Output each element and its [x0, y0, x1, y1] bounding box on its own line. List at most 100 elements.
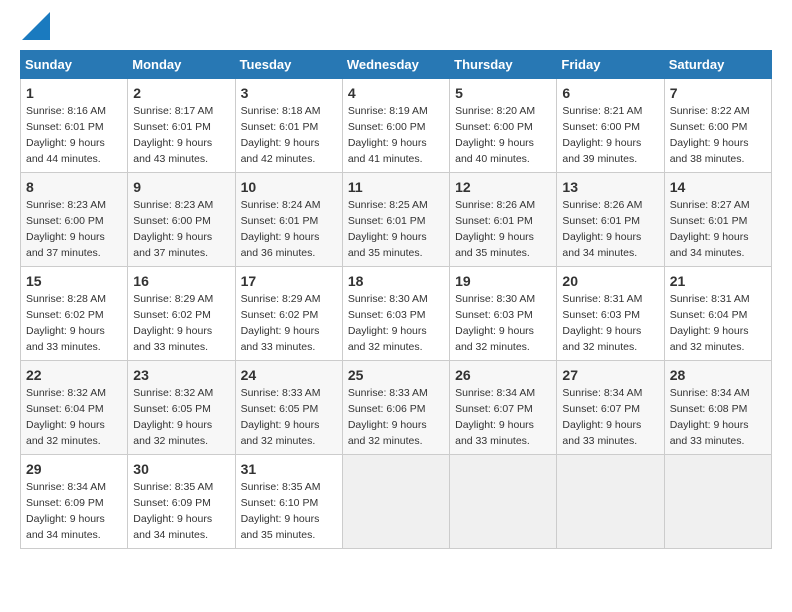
day-number: 8 — [26, 177, 122, 197]
day-info: Sunrise: 8:20 AMSunset: 6:00 PMDaylight:… — [455, 105, 535, 165]
calendar-week-row: 1 Sunrise: 8:16 AMSunset: 6:01 PMDayligh… — [21, 79, 772, 173]
calendar-header-thursday: Thursday — [450, 51, 557, 79]
calendar-day-cell: 31 Sunrise: 8:35 AMSunset: 6:10 PMDaylig… — [235, 455, 342, 549]
calendar-header-tuesday: Tuesday — [235, 51, 342, 79]
day-info: Sunrise: 8:23 AMSunset: 6:00 PMDaylight:… — [26, 199, 106, 259]
day-number: 20 — [562, 271, 658, 291]
day-info: Sunrise: 8:34 AMSunset: 6:07 PMDaylight:… — [562, 387, 642, 447]
day-info: Sunrise: 8:30 AMSunset: 6:03 PMDaylight:… — [348, 293, 428, 353]
calendar-header-saturday: Saturday — [664, 51, 771, 79]
day-info: Sunrise: 8:31 AMSunset: 6:03 PMDaylight:… — [562, 293, 642, 353]
calendar-day-cell: 10 Sunrise: 8:24 AMSunset: 6:01 PMDaylig… — [235, 173, 342, 267]
calendar-day-cell: 15 Sunrise: 8:28 AMSunset: 6:02 PMDaylig… — [21, 267, 128, 361]
calendar-week-row: 8 Sunrise: 8:23 AMSunset: 6:00 PMDayligh… — [21, 173, 772, 267]
calendar-day-cell: 6 Sunrise: 8:21 AMSunset: 6:00 PMDayligh… — [557, 79, 664, 173]
day-number: 19 — [455, 271, 551, 291]
day-number: 30 — [133, 459, 229, 479]
calendar-day-cell: 24 Sunrise: 8:33 AMSunset: 6:05 PMDaylig… — [235, 361, 342, 455]
calendar-day-cell: 8 Sunrise: 8:23 AMSunset: 6:00 PMDayligh… — [21, 173, 128, 267]
calendar-day-cell: 18 Sunrise: 8:30 AMSunset: 6:03 PMDaylig… — [342, 267, 449, 361]
day-info: Sunrise: 8:32 AMSunset: 6:05 PMDaylight:… — [133, 387, 213, 447]
day-number: 10 — [241, 177, 337, 197]
calendar-day-cell: 7 Sunrise: 8:22 AMSunset: 6:00 PMDayligh… — [664, 79, 771, 173]
day-number: 27 — [562, 365, 658, 385]
day-info: Sunrise: 8:17 AMSunset: 6:01 PMDaylight:… — [133, 105, 213, 165]
day-number: 2 — [133, 83, 229, 103]
day-number: 29 — [26, 459, 122, 479]
calendar-day-cell: 22 Sunrise: 8:32 AMSunset: 6:04 PMDaylig… — [21, 361, 128, 455]
calendar-day-cell: 27 Sunrise: 8:34 AMSunset: 6:07 PMDaylig… — [557, 361, 664, 455]
day-info: Sunrise: 8:26 AMSunset: 6:01 PMDaylight:… — [562, 199, 642, 259]
calendar-day-cell: 14 Sunrise: 8:27 AMSunset: 6:01 PMDaylig… — [664, 173, 771, 267]
calendar-week-row: 15 Sunrise: 8:28 AMSunset: 6:02 PMDaylig… — [21, 267, 772, 361]
day-info: Sunrise: 8:35 AMSunset: 6:10 PMDaylight:… — [241, 481, 321, 541]
day-number: 13 — [562, 177, 658, 197]
calendar-day-cell: 9 Sunrise: 8:23 AMSunset: 6:00 PMDayligh… — [128, 173, 235, 267]
day-number: 18 — [348, 271, 444, 291]
day-number: 17 — [241, 271, 337, 291]
day-info: Sunrise: 8:31 AMSunset: 6:04 PMDaylight:… — [670, 293, 750, 353]
day-number: 25 — [348, 365, 444, 385]
day-info: Sunrise: 8:34 AMSunset: 6:09 PMDaylight:… — [26, 481, 106, 541]
calendar-day-cell: 17 Sunrise: 8:29 AMSunset: 6:02 PMDaylig… — [235, 267, 342, 361]
logo-triangle-icon — [22, 12, 50, 40]
calendar-day-cell: 30 Sunrise: 8:35 AMSunset: 6:09 PMDaylig… — [128, 455, 235, 549]
page-header — [20, 20, 772, 40]
calendar-table: SundayMondayTuesdayWednesdayThursdayFrid… — [20, 50, 772, 549]
calendar-day-cell: 29 Sunrise: 8:34 AMSunset: 6:09 PMDaylig… — [21, 455, 128, 549]
day-number: 14 — [670, 177, 766, 197]
day-number: 22 — [26, 365, 122, 385]
calendar-header-row: SundayMondayTuesdayWednesdayThursdayFrid… — [21, 51, 772, 79]
calendar-day-cell — [664, 455, 771, 549]
calendar-day-cell: 21 Sunrise: 8:31 AMSunset: 6:04 PMDaylig… — [664, 267, 771, 361]
day-info: Sunrise: 8:24 AMSunset: 6:01 PMDaylight:… — [241, 199, 321, 259]
day-info: Sunrise: 8:32 AMSunset: 6:04 PMDaylight:… — [26, 387, 106, 447]
day-number: 3 — [241, 83, 337, 103]
day-number: 31 — [241, 459, 337, 479]
calendar-day-cell: 5 Sunrise: 8:20 AMSunset: 6:00 PMDayligh… — [450, 79, 557, 173]
day-number: 28 — [670, 365, 766, 385]
calendar-day-cell: 1 Sunrise: 8:16 AMSunset: 6:01 PMDayligh… — [21, 79, 128, 173]
calendar-header-sunday: Sunday — [21, 51, 128, 79]
day-info: Sunrise: 8:27 AMSunset: 6:01 PMDaylight:… — [670, 199, 750, 259]
calendar-day-cell — [557, 455, 664, 549]
calendar-week-row: 22 Sunrise: 8:32 AMSunset: 6:04 PMDaylig… — [21, 361, 772, 455]
calendar-day-cell: 19 Sunrise: 8:30 AMSunset: 6:03 PMDaylig… — [450, 267, 557, 361]
day-number: 4 — [348, 83, 444, 103]
calendar-day-cell — [450, 455, 557, 549]
day-info: Sunrise: 8:34 AMSunset: 6:07 PMDaylight:… — [455, 387, 535, 447]
day-number: 11 — [348, 177, 444, 197]
day-info: Sunrise: 8:30 AMSunset: 6:03 PMDaylight:… — [455, 293, 535, 353]
day-number: 24 — [241, 365, 337, 385]
day-number: 9 — [133, 177, 229, 197]
calendar-day-cell: 13 Sunrise: 8:26 AMSunset: 6:01 PMDaylig… — [557, 173, 664, 267]
day-number: 26 — [455, 365, 551, 385]
calendar-header-friday: Friday — [557, 51, 664, 79]
day-number: 1 — [26, 83, 122, 103]
day-number: 5 — [455, 83, 551, 103]
calendar-day-cell: 12 Sunrise: 8:26 AMSunset: 6:01 PMDaylig… — [450, 173, 557, 267]
day-number: 21 — [670, 271, 766, 291]
day-number: 15 — [26, 271, 122, 291]
calendar-header-wednesday: Wednesday — [342, 51, 449, 79]
day-number: 7 — [670, 83, 766, 103]
calendar-day-cell: 20 Sunrise: 8:31 AMSunset: 6:03 PMDaylig… — [557, 267, 664, 361]
day-number: 12 — [455, 177, 551, 197]
day-info: Sunrise: 8:21 AMSunset: 6:00 PMDaylight:… — [562, 105, 642, 165]
logo — [20, 20, 50, 40]
calendar-day-cell: 26 Sunrise: 8:34 AMSunset: 6:07 PMDaylig… — [450, 361, 557, 455]
day-info: Sunrise: 8:28 AMSunset: 6:02 PMDaylight:… — [26, 293, 106, 353]
calendar-day-cell: 25 Sunrise: 8:33 AMSunset: 6:06 PMDaylig… — [342, 361, 449, 455]
calendar-day-cell: 23 Sunrise: 8:32 AMSunset: 6:05 PMDaylig… — [128, 361, 235, 455]
day-info: Sunrise: 8:22 AMSunset: 6:00 PMDaylight:… — [670, 105, 750, 165]
calendar-day-cell: 28 Sunrise: 8:34 AMSunset: 6:08 PMDaylig… — [664, 361, 771, 455]
day-info: Sunrise: 8:35 AMSunset: 6:09 PMDaylight:… — [133, 481, 213, 541]
day-info: Sunrise: 8:25 AMSunset: 6:01 PMDaylight:… — [348, 199, 428, 259]
day-info: Sunrise: 8:16 AMSunset: 6:01 PMDaylight:… — [26, 105, 106, 165]
day-number: 23 — [133, 365, 229, 385]
calendar-day-cell: 4 Sunrise: 8:19 AMSunset: 6:00 PMDayligh… — [342, 79, 449, 173]
day-info: Sunrise: 8:19 AMSunset: 6:00 PMDaylight:… — [348, 105, 428, 165]
day-info: Sunrise: 8:33 AMSunset: 6:05 PMDaylight:… — [241, 387, 321, 447]
calendar-week-row: 29 Sunrise: 8:34 AMSunset: 6:09 PMDaylig… — [21, 455, 772, 549]
day-info: Sunrise: 8:33 AMSunset: 6:06 PMDaylight:… — [348, 387, 428, 447]
